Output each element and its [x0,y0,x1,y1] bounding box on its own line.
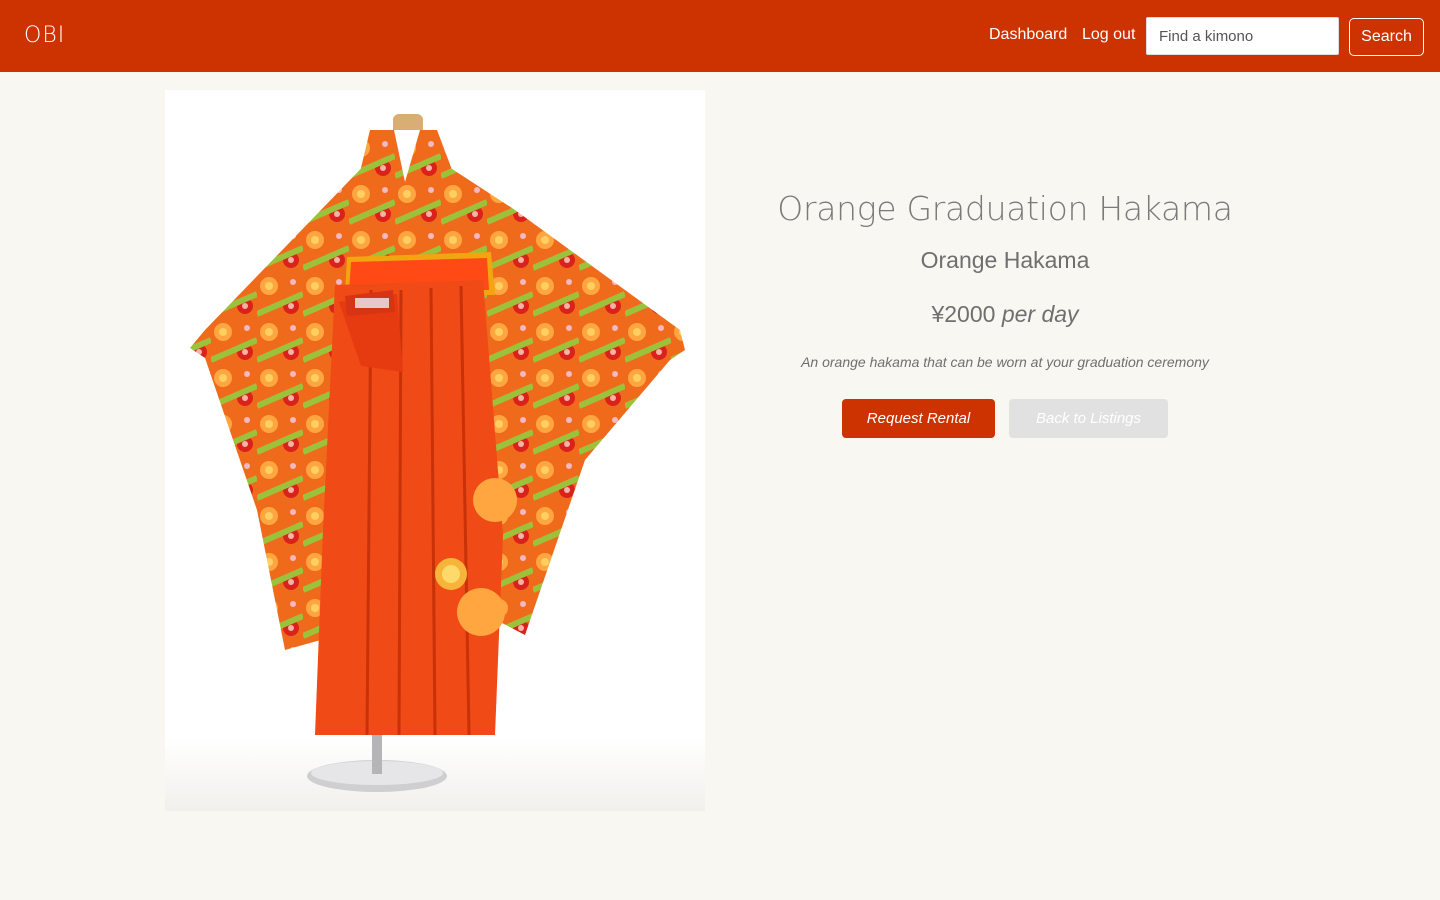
listing-title: Orange Graduation Hakama [777,189,1233,228]
listing-description: An orange hakama that can be worn at you… [801,354,1209,370]
listing-price: ¥2000 per day [760,298,1250,330]
search-button[interactable]: Search [1349,18,1424,56]
brand-logo[interactable]: OBI [24,24,65,48]
listing-actions: Request Rental Back to Listings [760,399,1250,438]
nav-link-dashboard[interactable]: Dashboard [989,25,1067,45]
back-to-listings-button[interactable]: Back to Listings [1009,399,1168,438]
price-unit: per day [1001,301,1079,327]
request-rental-button[interactable]: Request Rental [842,399,995,438]
listing-details: Orange Graduation Hakama Orange Hakama ¥… [760,180,1250,438]
kimono-illustration [190,114,685,792]
navbar: OBI Dashboard Log out Search [0,0,1440,72]
product-image [165,90,705,811]
price-value: ¥2000 [931,301,996,327]
nav-link-logout[interactable]: Log out [1082,25,1135,45]
listing-subtitle: Orange Hakama [920,247,1090,273]
search-input[interactable] [1146,17,1339,55]
